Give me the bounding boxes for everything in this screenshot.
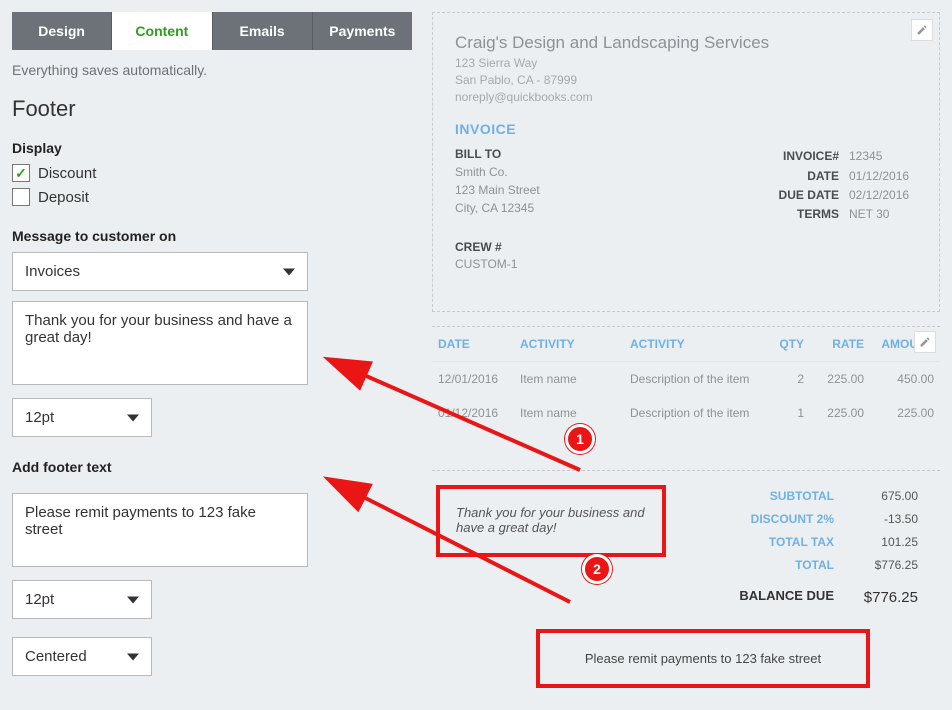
total-v: $776.25 bbox=[848, 554, 918, 577]
subtotal-v: 675.00 bbox=[848, 485, 918, 508]
pencil-icon bbox=[916, 24, 928, 36]
balance-k: BALANCE DUE bbox=[686, 584, 848, 613]
crew-label: CREW # bbox=[455, 240, 917, 254]
message-font-size-value: 12pt bbox=[25, 409, 54, 426]
table-row: 01/12/2016 Item name Description of the … bbox=[432, 396, 940, 430]
meta-terms-v: NET 30 bbox=[839, 205, 917, 224]
preview-footer-text: Please remit payments to 123 fake street bbox=[585, 651, 821, 666]
footer-align-select[interactable]: Centered bbox=[12, 637, 152, 676]
tax-v: 101.25 bbox=[848, 531, 918, 554]
message-form-select[interactable]: Invoices bbox=[12, 252, 308, 291]
footer-font-size-select[interactable]: 12pt bbox=[12, 580, 152, 619]
discount-v: -13.50 bbox=[848, 508, 918, 531]
chevron-down-icon bbox=[127, 414, 139, 421]
footer-font-size-value: 12pt bbox=[25, 591, 54, 608]
meta-due-k: DUE DATE bbox=[727, 186, 839, 205]
callout-one: 1 bbox=[565, 424, 595, 454]
chevron-down-icon bbox=[283, 268, 295, 275]
company-addr1: 123 Sierra Way bbox=[455, 55, 917, 72]
message-form-select-value: Invoices bbox=[25, 263, 80, 280]
col-rate: RATE bbox=[810, 327, 870, 362]
total-k: TOTAL bbox=[686, 554, 848, 577]
preview-message-highlight: Thank you for your business and have a g… bbox=[436, 485, 666, 557]
billto-label: BILL TO bbox=[455, 147, 727, 161]
crew-value: CUSTOM-1 bbox=[455, 257, 917, 271]
line-items-table: DATE ACTIVITY ACTIVITY QTY RATE AMOUNT 1… bbox=[432, 327, 940, 470]
edit-header-button[interactable] bbox=[911, 19, 933, 41]
add-footer-text-label: Add footer text bbox=[12, 459, 412, 475]
preview-footer-highlight: Please remit payments to 123 fake street bbox=[536, 629, 870, 688]
invoice-preview: Craig's Design and Landscaping Services … bbox=[432, 12, 940, 312]
display-label: Display bbox=[12, 140, 412, 156]
chevron-down-icon bbox=[127, 596, 139, 603]
footer-align-value: Centered bbox=[25, 648, 87, 665]
message-to-customer-label: Message to customer on bbox=[12, 228, 412, 244]
meta-terms-k: TERMS bbox=[727, 205, 839, 224]
meta-date-k: DATE bbox=[727, 167, 839, 186]
message-font-size-select[interactable]: 12pt bbox=[12, 398, 152, 437]
company-name: Craig's Design and Landscaping Services bbox=[455, 33, 917, 53]
footer-text-textarea[interactable] bbox=[12, 493, 308, 567]
billto-line2: 123 Main Street bbox=[455, 181, 727, 199]
col-date: DATE bbox=[432, 327, 514, 362]
customer-message-textarea[interactable] bbox=[12, 301, 308, 385]
deposit-checkbox-label: Deposit bbox=[38, 189, 89, 206]
discount-checkbox-label: Discount bbox=[38, 165, 96, 182]
company-addr2: San Pablo, CA - 87999 bbox=[455, 72, 917, 89]
footer-heading: Footer bbox=[12, 96, 412, 122]
meta-invoice-v: 12345 bbox=[839, 147, 917, 166]
col-qty: QTY bbox=[770, 327, 810, 362]
meta-date-v: 01/12/2016 bbox=[839, 167, 917, 186]
preview-customer-message: Thank you for your business and have a g… bbox=[450, 499, 652, 541]
invoice-label: INVOICE bbox=[455, 121, 917, 137]
chevron-down-icon bbox=[127, 653, 139, 660]
tax-k: TOTAL TAX bbox=[686, 531, 848, 554]
deposit-checkbox[interactable] bbox=[12, 188, 30, 206]
meta-invoice-k: INVOICE# bbox=[727, 147, 839, 166]
subtotal-k: SUBTOTAL bbox=[686, 485, 848, 508]
pencil-icon bbox=[919, 336, 931, 348]
tab-content[interactable]: Content bbox=[112, 12, 212, 50]
billto-line1: Smith Co. bbox=[455, 163, 727, 181]
tab-design[interactable]: Design bbox=[12, 12, 112, 50]
col-desc: ACTIVITY bbox=[624, 327, 770, 362]
balance-v: $776.25 bbox=[848, 584, 918, 613]
edit-table-button[interactable] bbox=[914, 331, 936, 353]
meta-due-v: 02/12/2016 bbox=[839, 186, 917, 205]
discount-checkbox[interactable] bbox=[12, 164, 30, 182]
tab-emails[interactable]: Emails bbox=[213, 12, 313, 50]
company-email: noreply@quickbooks.com bbox=[455, 89, 917, 106]
col-activity: ACTIVITY bbox=[514, 327, 624, 362]
discount-k: DISCOUNT 2% bbox=[686, 508, 848, 531]
auto-save-hint: Everything saves automatically. bbox=[12, 62, 412, 78]
tab-payments[interactable]: Payments bbox=[313, 12, 412, 50]
billto-line3: City, CA 12345 bbox=[455, 199, 727, 217]
table-row: 12/01/2016 Item name Description of the … bbox=[432, 362, 940, 397]
callout-two: 2 bbox=[582, 554, 612, 584]
